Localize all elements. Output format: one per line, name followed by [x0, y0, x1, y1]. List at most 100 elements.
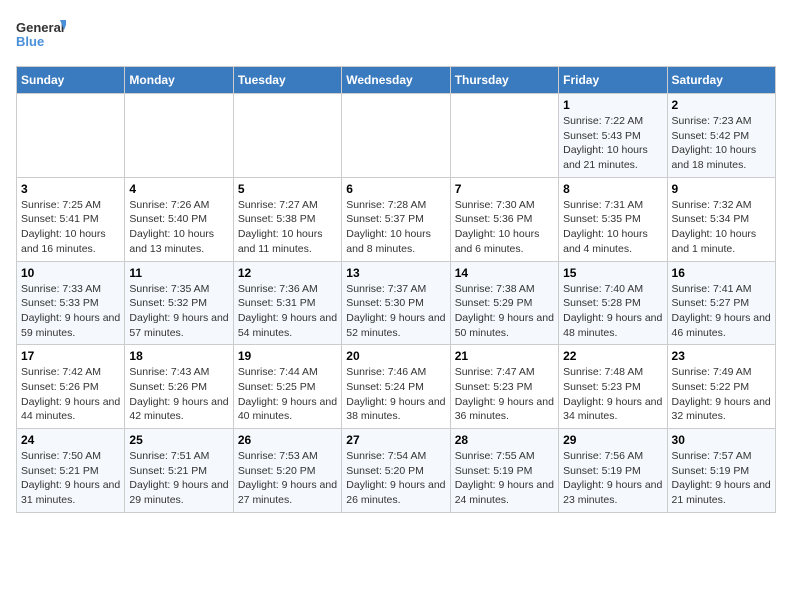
day-number: 10: [21, 266, 120, 280]
day-number: 13: [346, 266, 445, 280]
calendar-cell: 12Sunrise: 7:36 AM Sunset: 5:31 PM Dayli…: [233, 261, 341, 345]
calendar-cell: [342, 94, 450, 178]
logo: General Blue: [16, 16, 66, 58]
day-number: 8: [563, 182, 662, 196]
day-detail: Sunrise: 7:31 AM Sunset: 5:35 PM Dayligh…: [563, 198, 662, 257]
calendar-cell: 1 Sunrise: 7:22 AM Sunset: 5:43 PM Daylig…: [559, 94, 667, 178]
calendar-cell: 24 Sunrise: 7:50 AM Sunset: 5:21 PM Dayli…: [17, 429, 125, 513]
calendar-cell: 8 Sunrise: 7:31 AM Sunset: 5:35 PM Daylig…: [559, 177, 667, 261]
svg-text:Blue: Blue: [16, 34, 44, 49]
day-number: 4: [129, 182, 228, 196]
calendar-cell: [450, 94, 558, 178]
day-detail: Sunrise: 7:28 AM Sunset: 5:37 PM Dayligh…: [346, 198, 445, 257]
day-number: 20: [346, 349, 445, 363]
calendar-cell: 21 Sunrise: 7:47 AM Sunset: 5:23 PM Dayli…: [450, 345, 558, 429]
day-detail: Sunrise: 7:38 AM Sunset: 5:29 PM Dayligh…: [455, 282, 554, 341]
day-detail: Sunrise: 7:50 AM Sunset: 5:21 PM Dayligh…: [21, 449, 120, 508]
day-number: 22: [563, 349, 662, 363]
day-detail: Sunrise: 7:47 AM Sunset: 5:23 PM Dayligh…: [455, 365, 554, 424]
calendar-cell: 29 Sunrise: 7:56 AM Sunset: 5:19 PM Dayli…: [559, 429, 667, 513]
day-detail: Sunrise: 7:57 AM Sunset: 5:19 PM Dayligh…: [672, 449, 771, 508]
calendar-cell: [233, 94, 341, 178]
day-number: 19: [238, 349, 337, 363]
day-number: 3: [21, 182, 120, 196]
weekday-header: Sunday: [17, 67, 125, 94]
calendar-cell: [17, 94, 125, 178]
day-detail: Sunrise: 7:49 AM Sunset: 5:22 PM Dayligh…: [672, 365, 771, 424]
day-detail: Sunrise: 7:35 AM Sunset: 5:32 PM Dayligh…: [129, 282, 228, 341]
weekday-header: Tuesday: [233, 67, 341, 94]
day-detail: Sunrise: 7:42 AM Sunset: 5:26 PM Dayligh…: [21, 365, 120, 424]
day-detail: Sunrise: 7:30 AM Sunset: 5:36 PM Dayligh…: [455, 198, 554, 257]
day-detail: Sunrise: 7:40 AM Sunset: 5:28 PM Dayligh…: [563, 282, 662, 341]
calendar-cell: 17 Sunrise: 7:42 AM Sunset: 5:26 PM Dayli…: [17, 345, 125, 429]
calendar-cell: 9Sunrise: 7:32 AM Sunset: 5:34 PM Daylig…: [667, 177, 775, 261]
day-detail: Sunrise: 7:53 AM Sunset: 5:20 PM Dayligh…: [238, 449, 337, 508]
day-number: 24: [21, 433, 120, 447]
weekday-header: Thursday: [450, 67, 558, 94]
day-detail: Sunrise: 7:55 AM Sunset: 5:19 PM Dayligh…: [455, 449, 554, 508]
day-number: 21: [455, 349, 554, 363]
day-detail: Sunrise: 7:26 AM Sunset: 5:40 PM Dayligh…: [129, 198, 228, 257]
calendar-cell: 16 Sunrise: 7:41 AM Sunset: 5:27 PM Dayli…: [667, 261, 775, 345]
day-detail: Sunrise: 7:54 AM Sunset: 5:20 PM Dayligh…: [346, 449, 445, 508]
day-number: 2: [672, 98, 771, 112]
day-number: 7: [455, 182, 554, 196]
calendar-week-row: 24 Sunrise: 7:50 AM Sunset: 5:21 PM Dayli…: [17, 429, 776, 513]
calendar-cell: 19 Sunrise: 7:44 AM Sunset: 5:25 PM Dayli…: [233, 345, 341, 429]
weekday-header: Wednesday: [342, 67, 450, 94]
calendar-cell: 26 Sunrise: 7:53 AM Sunset: 5:20 PM Dayli…: [233, 429, 341, 513]
calendar-cell: 6Sunrise: 7:28 AM Sunset: 5:37 PM Daylig…: [342, 177, 450, 261]
day-detail: Sunrise: 7:27 AM Sunset: 5:38 PM Dayligh…: [238, 198, 337, 257]
calendar-cell: 3Sunrise: 7:25 AM Sunset: 5:41 PM Daylig…: [17, 177, 125, 261]
logo-svg: General Blue: [16, 16, 66, 58]
calendar-cell: 25 Sunrise: 7:51 AM Sunset: 5:21 PM Dayli…: [125, 429, 233, 513]
calendar-week-row: 3Sunrise: 7:25 AM Sunset: 5:41 PM Daylig…: [17, 177, 776, 261]
day-detail: Sunrise: 7:23 AM Sunset: 5:42 PM Dayligh…: [672, 114, 771, 173]
weekday-header: Saturday: [667, 67, 775, 94]
day-number: 25: [129, 433, 228, 447]
day-detail: Sunrise: 7:22 AM Sunset: 5:43 PM Dayligh…: [563, 114, 662, 173]
day-detail: Sunrise: 7:46 AM Sunset: 5:24 PM Dayligh…: [346, 365, 445, 424]
calendar-week-row: 17 Sunrise: 7:42 AM Sunset: 5:26 PM Dayli…: [17, 345, 776, 429]
calendar-cell: 15 Sunrise: 7:40 AM Sunset: 5:28 PM Dayli…: [559, 261, 667, 345]
day-detail: Sunrise: 7:41 AM Sunset: 5:27 PM Dayligh…: [672, 282, 771, 341]
calendar-cell: [125, 94, 233, 178]
calendar-week-row: 10 Sunrise: 7:33 AM Sunset: 5:33 PM Dayli…: [17, 261, 776, 345]
day-number: 15: [563, 266, 662, 280]
day-number: 5: [238, 182, 337, 196]
day-detail: Sunrise: 7:48 AM Sunset: 5:23 PM Dayligh…: [563, 365, 662, 424]
day-detail: Sunrise: 7:51 AM Sunset: 5:21 PM Dayligh…: [129, 449, 228, 508]
calendar-cell: 14 Sunrise: 7:38 AM Sunset: 5:29 PM Dayli…: [450, 261, 558, 345]
day-number: 28: [455, 433, 554, 447]
day-number: 27: [346, 433, 445, 447]
calendar-cell: 28 Sunrise: 7:55 AM Sunset: 5:19 PM Dayli…: [450, 429, 558, 513]
day-number: 12: [238, 266, 337, 280]
day-number: 17: [21, 349, 120, 363]
calendar-cell: 10 Sunrise: 7:33 AM Sunset: 5:33 PM Dayli…: [17, 261, 125, 345]
weekday-header-row: SundayMondayTuesdayWednesdayThursdayFrid…: [17, 67, 776, 94]
calendar-cell: 4 Sunrise: 7:26 AM Sunset: 5:40 PM Daylig…: [125, 177, 233, 261]
day-detail: Sunrise: 7:56 AM Sunset: 5:19 PM Dayligh…: [563, 449, 662, 508]
calendar-cell: 5 Sunrise: 7:27 AM Sunset: 5:38 PM Daylig…: [233, 177, 341, 261]
calendar-cell: 30Sunrise: 7:57 AM Sunset: 5:19 PM Dayli…: [667, 429, 775, 513]
calendar-cell: 27 Sunrise: 7:54 AM Sunset: 5:20 PM Dayli…: [342, 429, 450, 513]
day-number: 14: [455, 266, 554, 280]
day-detail: Sunrise: 7:37 AM Sunset: 5:30 PM Dayligh…: [346, 282, 445, 341]
page-header: General Blue: [16, 16, 776, 58]
day-detail: Sunrise: 7:33 AM Sunset: 5:33 PM Dayligh…: [21, 282, 120, 341]
calendar-cell: 2 Sunrise: 7:23 AM Sunset: 5:42 PM Daylig…: [667, 94, 775, 178]
calendar-cell: 11Sunrise: 7:35 AM Sunset: 5:32 PM Dayli…: [125, 261, 233, 345]
day-detail: Sunrise: 7:43 AM Sunset: 5:26 PM Dayligh…: [129, 365, 228, 424]
calendar-cell: 18Sunrise: 7:43 AM Sunset: 5:26 PM Dayli…: [125, 345, 233, 429]
day-number: 29: [563, 433, 662, 447]
calendar-cell: 22 Sunrise: 7:48 AM Sunset: 5:23 PM Dayli…: [559, 345, 667, 429]
day-number: 1: [563, 98, 662, 112]
day-number: 26: [238, 433, 337, 447]
calendar-cell: 23Sunrise: 7:49 AM Sunset: 5:22 PM Dayli…: [667, 345, 775, 429]
day-number: 16: [672, 266, 771, 280]
day-detail: Sunrise: 7:44 AM Sunset: 5:25 PM Dayligh…: [238, 365, 337, 424]
weekday-header: Monday: [125, 67, 233, 94]
calendar-table: SundayMondayTuesdayWednesdayThursdayFrid…: [16, 66, 776, 513]
svg-text:General: General: [16, 20, 64, 35]
